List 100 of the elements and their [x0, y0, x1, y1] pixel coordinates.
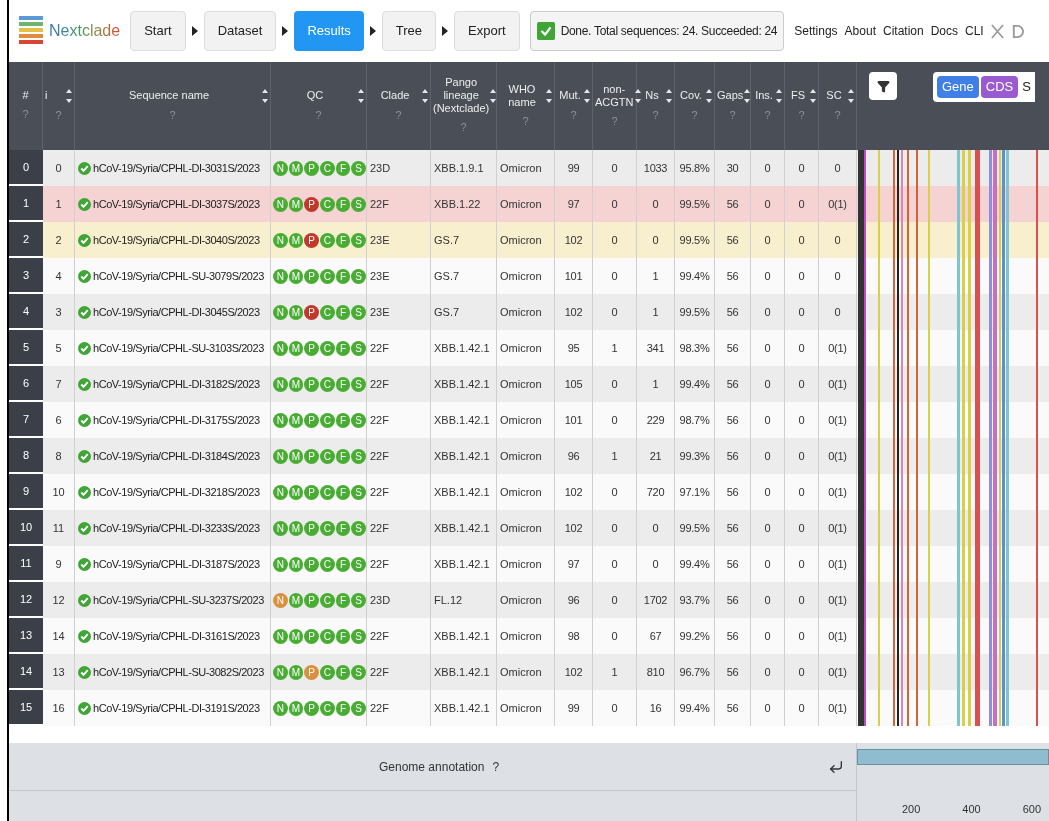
table-row[interactable]: 6 7 hCoV-19/Syria/CPHL-DI-3182S/2023 N M P C F S 22F XBB.1.42.1 Omicron 105 0 1 99.4% 56 0 0 0(1) [9, 366, 1049, 402]
table-cell-text: 21 [649, 448, 662, 464]
table-cell-text: 56 [726, 484, 739, 500]
check-icon [78, 197, 91, 211]
sort-icon[interactable] [66, 88, 72, 103]
table-cell-text: 0 [652, 556, 659, 572]
sort-icon[interactable] [358, 88, 364, 103]
table-row[interactable]: 12 12 hCoV-19/Syria/CPHL-SU-3237S/2023 N M P C F S 23D FL.12 Omicron 96 0 1702 93.7% 56 0 0 0(1) [9, 582, 1049, 618]
column-header[interactable]: WHO name [499, 82, 545, 109]
nav-link[interactable]: CLI [965, 22, 984, 40]
check-icon [78, 557, 91, 571]
column-header[interactable]: i [45, 89, 65, 103]
sort-icon[interactable] [634, 88, 641, 103]
check-icon [78, 413, 91, 427]
sort-icon[interactable] [584, 88, 590, 103]
table-cell-text: 0 [798, 628, 805, 644]
step-tab[interactable]: Export [454, 11, 520, 51]
table-cell-text: 14 [52, 628, 65, 644]
row-number: 14 [19, 663, 33, 679]
nav-link[interactable]: Docs [930, 22, 958, 40]
column-header[interactable]: non-ACGTN [595, 82, 634, 109]
axis-tick-label: 400 [962, 801, 981, 817]
table-cell-text: 0 [652, 232, 659, 248]
toggle-button[interactable]: CDS [980, 76, 1019, 98]
table-cell-text: 23E [370, 268, 390, 284]
check-icon [78, 449, 91, 463]
table-cell-text: 0 [611, 520, 618, 536]
table-row[interactable]: 5 5 hCoV-19/Syria/CPHL-SU-3103S/2023 N M P C F S 22F XBB.1.42.1 Omicron 95 1 341 98.3% 56 0 0 0(1) [9, 330, 1049, 366]
column-header[interactable]: Mut. [557, 89, 583, 103]
table-cell-text: 0 [611, 196, 618, 212]
column-header[interactable]: SC [821, 89, 847, 103]
table-row[interactable]: 13 14 hCoV-19/Syria/CPHL-DI-3161S/2023 N M P C F S 22F XBB.1.42.1 Omicron 98 0 67 99.2% 56 0 0 0(1) [9, 618, 1049, 654]
table-cell-text: 102 [564, 664, 583, 680]
return-icon[interactable] [828, 758, 844, 775]
table-row[interactable]: 8 8 hCoV-19/Syria/CPHL-DI-3184S/2023 N M P C F S 22F XBB.1.42.1 Omicron 96 1 21 99.3% 56 0 0 0(1) [9, 438, 1049, 474]
table-cell-text: Omicron [500, 556, 542, 572]
nav-link[interactable]: Citation [882, 22, 924, 40]
table-cell-text: 22F [370, 700, 389, 716]
sequence-name: hCoV-19/Syria/CPHL-DI-3184S/2023 [93, 448, 260, 464]
row-number: 9 [22, 483, 30, 499]
table-row[interactable]: 3 4 hCoV-19/Syria/CPHL-SU-3079S/2023 N M P C F S 23E GS.7 Omicron 101 0 1 99.4% 56 0 0 0 [9, 258, 1049, 294]
column-header[interactable]: QC [273, 89, 357, 103]
check-icon [78, 377, 91, 391]
table-cell-text: Omicron [500, 232, 542, 248]
table-cell-text: 0 [764, 196, 771, 212]
column-header[interactable]: Clade [369, 89, 421, 103]
table-row[interactable]: 2 2 hCoV-19/Syria/CPHL-DI-3040S/2023 N M P C F S 23E GS.7 Omicron 102 0 0 99.5% 56 0 0 0 [9, 222, 1049, 258]
sort-icon[interactable] [848, 88, 854, 103]
x-logo-icon[interactable] [990, 23, 1004, 39]
column-header[interactable]: Ins. [753, 89, 775, 103]
sort-icon[interactable] [490, 88, 497, 103]
table-row[interactable]: 4 3 hCoV-19/Syria/CPHL-DI-3045S/2023 N M P C F S 23E GS.7 Omicron 102 0 1 99.5% 56 0 0 0 [9, 294, 1049, 330]
arrow-icon [369, 26, 376, 36]
sort-icon[interactable] [546, 88, 552, 103]
step-tab[interactable]: Start [130, 11, 186, 51]
table-row[interactable]: 14 13 hCoV-19/Syria/CPHL-SU-3082S/2023 N M P C F S 22F XBB.1.42.1 Omicron 102 1 810 96.7% 56 0 0 0(1) [9, 654, 1049, 690]
table-cell-text: 99.5% [679, 520, 710, 536]
filter-button[interactable] [869, 72, 897, 100]
column-header[interactable]: Sequence name [77, 89, 261, 103]
table-row[interactable]: 1 1 hCoV-19/Syria/CPHL-DI-3037S/2023 N M P C F S 22F XBB.1.22 Omicron 97 0 0 99.5% 56 0 0 0(1) [9, 186, 1049, 222]
row-number: 3 [22, 267, 30, 283]
column-header[interactable]: FS [787, 89, 809, 103]
table-row[interactable]: 15 16 hCoV-19/Syria/CPHL-DI-3191S/2023 N M P C F S 22F XBB.1.42.1 Omicron 99 0 16 99.4% 56 0 0 0(1) [9, 690, 1049, 726]
table-cell-text: 4 [55, 268, 62, 284]
sort-icon[interactable] [744, 88, 751, 103]
column-header[interactable]: Pango lineage (Nextclade) [433, 76, 490, 116]
nav-link[interactable]: Settings [794, 22, 838, 40]
sequence-name: hCoV-19/Syria/CPHL-DI-3037S/2023 [93, 196, 260, 212]
table-cell-text: XBB.1.42.1 [434, 484, 490, 500]
table-cell-text: 97 [567, 196, 580, 212]
step-tab[interactable]: Dataset [203, 11, 277, 51]
step-tab[interactable]: Tree [381, 11, 437, 51]
sort-icon[interactable] [810, 88, 816, 103]
table-cell-text: 99.4% [679, 376, 710, 392]
table-row[interactable]: 7 6 hCoV-19/Syria/CPHL-DI-3175S/2023 N M P C F S 22F XBB.1.42.1 Omicron 101 0 229 98.7% 56 0 0 0(1) [9, 402, 1049, 438]
table-cell-text: 8 [55, 448, 62, 464]
column-header[interactable]: Ns [639, 89, 665, 103]
check-icon [78, 269, 91, 283]
column-header[interactable]: Cov. [677, 89, 705, 103]
table-cell-text: 16 [52, 700, 65, 716]
arrow-icon [191, 26, 198, 36]
table-cell-text: Omicron [500, 196, 542, 212]
nav-link[interactable]: About [844, 22, 876, 40]
table-row[interactable]: 0 0 hCoV-19/Syria/CPHL-DI-3031S/2023 N M P C F S 23D XBB.1.9.1 Omicron 99 0 1033 95.8% 30 0 0 0 [9, 150, 1049, 186]
column-header[interactable]: # [11, 89, 40, 103]
table-cell-text: 56 [726, 592, 739, 608]
row-number: 4 [22, 303, 30, 319]
table-cell-text: Omicron [500, 628, 542, 644]
table-cell-text: 23E [370, 232, 390, 248]
column-header[interactable]: Gaps [717, 89, 744, 103]
help-mark[interactable]: ? [492, 757, 500, 776]
sort-icon[interactable] [666, 88, 672, 103]
table-row[interactable]: 10 11 hCoV-19/Syria/CPHL-DI-3233S/2023 N M P C F S 22F XBB.1.42.1 Omicron 102 0 0 99.5% 56 0 0 0(1) [9, 510, 1049, 546]
sort-icon[interactable] [262, 88, 268, 103]
sort-icon[interactable] [776, 88, 782, 103]
table-row[interactable]: 11 9 hCoV-19/Syria/CPHL-DI-3187S/2023 N M P C F S 22F XBB.1.42.1 Omicron 97 0 0 99.4% 56 0 0 0(1) [9, 546, 1049, 582]
toggle-button[interactable]: Gene [937, 76, 979, 98]
sort-icon[interactable] [422, 88, 428, 103]
table-row[interactable]: 9 10 hCoV-19/Syria/CPHL-DI-3218S/2023 N M P C F S 22F XBB.1.42.1 Omicron 102 0 720 97.1% 56 0 0 0(1) [9, 474, 1049, 510]
sort-icon[interactable] [706, 88, 712, 103]
